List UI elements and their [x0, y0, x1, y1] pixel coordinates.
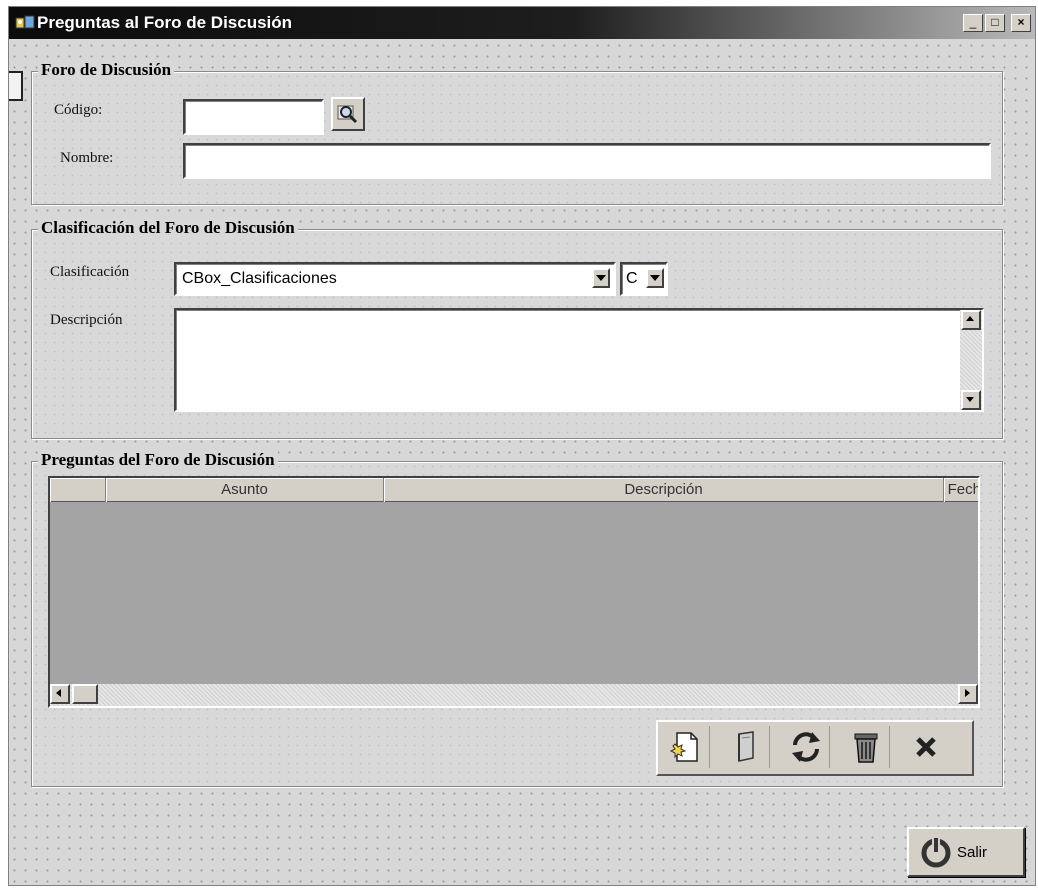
cancel-x-icon	[916, 737, 936, 757]
power-icon	[921, 837, 951, 868]
side-tab	[9, 71, 23, 101]
new-document-icon	[669, 732, 698, 762]
descripcion-textarea[interactable]	[174, 308, 984, 412]
clasificacion-label: Clasificación	[50, 264, 130, 280]
chevron-down-icon	[966, 397, 974, 402]
delete-button[interactable]	[842, 726, 890, 768]
refresh-icon	[791, 732, 820, 762]
secondary-dropdown-button[interactable]	[646, 268, 664, 288]
clasificacion-legend: Clasificación del Foro de Discusión	[38, 218, 298, 238]
grid-header-fecha[interactable]: Fech	[944, 478, 978, 502]
clasificacion-combobox[interactable]: CBox_Clasificaciones	[174, 262, 616, 296]
codigo-label: Código:	[54, 102, 103, 118]
minimize-button[interactable]: _	[963, 14, 983, 32]
window-title: Preguntas al Foro de Discusión	[37, 13, 293, 32]
codigo-input[interactable]	[183, 99, 324, 135]
search-icon	[337, 105, 358, 124]
close-button[interactable]: ×	[1011, 14, 1031, 32]
maximize-button[interactable]: □	[985, 14, 1005, 32]
new-button[interactable]	[662, 726, 710, 768]
scroll-down-button[interactable]	[961, 390, 981, 410]
preguntas-groupbox: Preguntas del Foro de Discusión Asunto D…	[31, 450, 1003, 787]
foro-legend: Foro de Discusión	[38, 60, 175, 80]
preguntas-grid[interactable]: Asunto Descripción Fech	[48, 476, 980, 708]
chevron-left-icon	[56, 689, 61, 697]
clasificacion-dropdown-button[interactable]	[592, 268, 610, 288]
chevron-down-icon	[650, 275, 660, 281]
grid-header-descripcion[interactable]: Descripción	[384, 478, 944, 502]
scroll-up-button[interactable]	[961, 310, 981, 330]
nombre-label: Nombre:	[60, 150, 114, 166]
app-icon	[15, 15, 35, 29]
scroll-thumb[interactable]	[72, 684, 98, 704]
grid-header-asunto[interactable]: Asunto	[106, 478, 384, 502]
chevron-right-icon	[965, 689, 970, 697]
grid-header-indicator	[50, 478, 106, 502]
cancel-button[interactable]	[902, 726, 950, 768]
edit-book-icon	[737, 731, 754, 762]
foro-groupbox: Foro de Discusión Código: Nombre:	[31, 60, 1003, 205]
salir-button[interactable]: Salir	[907, 827, 1025, 877]
grid-toolbar	[656, 720, 974, 776]
scroll-left-button[interactable]	[50, 684, 70, 704]
window: Preguntas al Foro de Discusión _ □ × For…	[8, 6, 1036, 886]
title-bar[interactable]: Preguntas al Foro de Discusión _ □ ×	[9, 7, 1035, 39]
clasificacion-combo-value: CBox_Clasificaciones	[182, 270, 337, 287]
salir-label: Salir	[957, 843, 988, 861]
descripcion-label: Descripción	[50, 312, 123, 328]
clasificacion-groupbox: Clasificación del Foro de Discusión Clas…	[31, 218, 1003, 439]
descripcion-scrollbar[interactable]	[960, 310, 982, 410]
trash-icon	[854, 733, 877, 763]
search-button[interactable]	[331, 97, 365, 131]
grid-header: Asunto Descripción Fech	[50, 478, 978, 502]
secondary-combo-value: C	[626, 270, 638, 287]
grid-horizontal-scrollbar[interactable]	[50, 684, 978, 706]
chevron-up-icon	[966, 316, 974, 321]
nombre-input[interactable]	[183, 143, 991, 179]
edit-button[interactable]	[722, 726, 770, 768]
preguntas-legend: Preguntas del Foro de Discusión	[38, 450, 278, 470]
chevron-down-icon	[596, 275, 606, 281]
scroll-right-button[interactable]	[958, 684, 978, 704]
refresh-button[interactable]	[782, 726, 830, 768]
